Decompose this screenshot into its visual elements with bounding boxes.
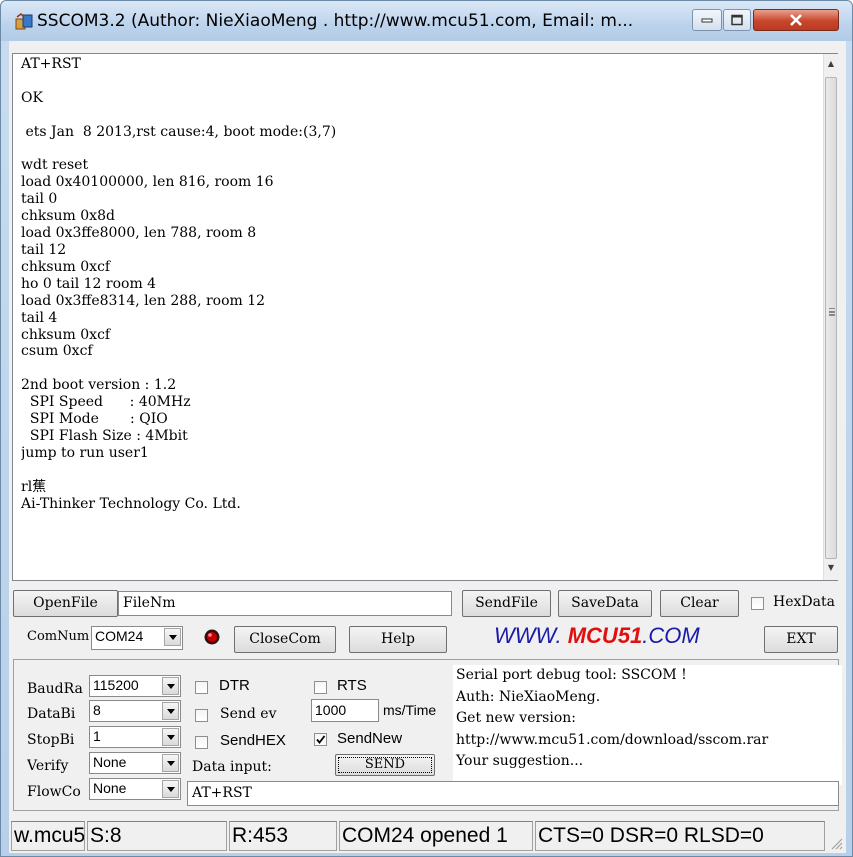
minimize-button[interactable] [692,9,722,31]
verify-label: Verify [27,758,69,774]
scroll-up-icon[interactable]: ▲ [824,56,838,72]
baudrate-value: 115200 [93,677,139,693]
baudrate-select[interactable]: 115200 [89,675,181,697]
send-every-label: Send ev [220,706,277,722]
status-port: COM24 opened 1 [339,821,533,851]
rts-label: RTS [337,677,367,694]
chevron-down-icon[interactable] [162,702,179,720]
sendhex-label: SendHEX [220,732,286,749]
sendhex-checkbox[interactable] [195,736,208,749]
title-bar[interactable]: SSCOM3.2 (Author: NieXiaoMeng . http://w… [1,1,852,41]
flowcontrol-value: None [93,780,127,796]
interval-input[interactable]: 1000 [311,699,379,722]
close-icon [790,14,802,26]
stopbits-select[interactable]: 1 [89,726,181,748]
comnum-value: COM24 [95,628,144,644]
help-button[interactable]: Help [349,626,447,653]
clear-button[interactable]: Clear [660,590,739,617]
chevron-down-icon[interactable] [162,754,179,772]
chevron-down-icon[interactable] [162,728,179,746]
hexdata-label: HexData [773,594,835,610]
status-url: w.mcu51.c [11,821,85,851]
verify-value: None [93,754,127,770]
send-every-checkbox[interactable] [195,709,208,722]
hexdata-checkbox[interactable] [751,597,764,610]
app-icon [15,13,33,30]
verify-select[interactable]: None [89,752,181,774]
maximize-icon [731,14,743,26]
scroll-down-icon[interactable]: ▼ [824,560,838,576]
logo-suffix: .COM [642,623,700,648]
comnum-label: ComNum [27,629,90,644]
status-lines: CTS=0 DSR=0 RLSD=0 [535,821,825,851]
checkmark-icon [316,735,326,744]
app-window: SSCOM3.2 (Author: NieXiaoMeng . http://w… [0,0,853,857]
dtr-label: DTR [219,677,250,694]
receive-area[interactable]: AT+RST OK ets Jan 8 2013,rst cause:4, bo… [12,53,838,581]
receive-text[interactable]: AT+RST OK ets Jan 8 2013,rst cause:4, bo… [21,56,811,576]
stopbits-value: 1 [93,728,101,744]
data-input-label: Data input: [192,759,272,775]
receive-scrollbar[interactable]: ▲ ▼ [823,54,838,580]
stopbits-label: StopBi [27,732,75,748]
info-panel: Serial port debug tool: SSCOM ! Auth: Ni… [453,665,842,785]
rts-checkbox[interactable] [314,681,327,694]
status-led-icon [204,629,220,645]
databits-label: DataBi [27,706,76,722]
closecom-button[interactable]: CloseCom [234,626,336,653]
interval-unit: ms/Time [383,702,437,718]
status-received: R:453 [229,821,337,851]
resize-grip-icon[interactable] [829,836,843,850]
grip-icon [829,308,835,310]
maximize-button[interactable] [723,9,751,31]
chevron-down-icon[interactable] [162,780,179,798]
flowcontrol-select[interactable]: None [89,778,181,800]
logo-prefix: WWW. [494,623,562,648]
status-sent: S:8 [87,821,227,851]
openfile-button[interactable]: OpenFile [13,590,118,617]
close-button[interactable] [753,9,839,31]
comnum-select[interactable]: COM24 [91,626,183,650]
ext-button[interactable]: EXT [764,626,838,653]
sendnew-checkbox[interactable] [314,733,327,746]
sendfile-button[interactable]: SendFile [462,590,551,617]
logo-brand: MCU51 [567,623,643,648]
databits-value: 8 [93,702,101,718]
databits-select[interactable]: 8 [89,700,181,722]
filename-input[interactable]: FileNm [118,591,452,616]
chevron-down-icon[interactable] [164,628,181,646]
baudrate-label: BaudRa [27,681,83,697]
sendnew-label: SendNew [337,730,403,747]
dtr-checkbox[interactable] [195,681,208,694]
minimize-icon [701,18,713,23]
scroll-thumb[interactable] [825,77,837,559]
savedata-button[interactable]: SaveData [558,590,652,617]
flowcontrol-label: FlowCo [27,784,81,800]
window-title: SSCOM3.2 (Author: NieXiaoMeng . http://w… [37,11,634,31]
mcu51-logo[interactable]: WWW. MCU51.COM [494,623,700,649]
send-data-input[interactable]: AT+RST [187,781,839,806]
chevron-down-icon[interactable] [162,677,179,695]
send-button[interactable]: SEND [335,754,435,776]
